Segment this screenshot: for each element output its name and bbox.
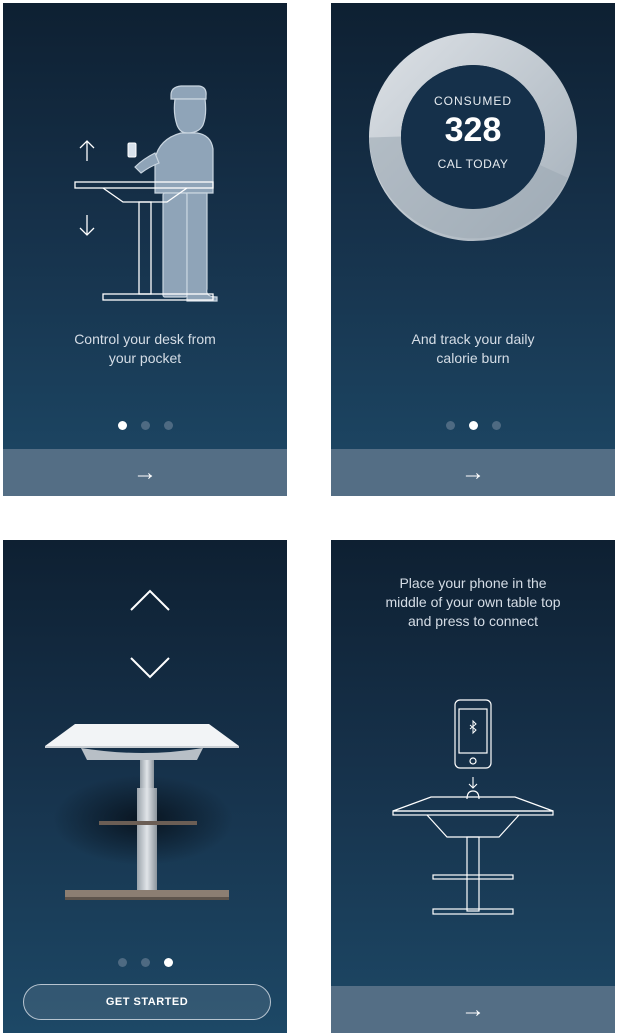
page-dot-2[interactable] xyxy=(140,421,150,430)
page-dot-2[interactable] xyxy=(468,421,478,430)
get-started-button[interactable]: GET STARTED xyxy=(23,984,271,1020)
caption-line-1: Control your desk from xyxy=(74,331,216,347)
pagination-dots xyxy=(3,417,287,435)
calorie-value: 328 xyxy=(444,111,502,149)
page-dot-3[interactable] xyxy=(163,958,173,967)
page-dot-1[interactable] xyxy=(117,958,127,967)
next-button[interactable]: → xyxy=(3,449,287,496)
pagination-dots xyxy=(3,954,287,972)
phone-icon xyxy=(127,142,137,158)
page-dot-2[interactable] xyxy=(140,958,150,967)
pagination-dots xyxy=(331,417,615,435)
desk-render-illustration xyxy=(45,724,239,900)
caption-line-3: and press to connect xyxy=(408,613,538,629)
caption-line-2: calorie burn xyxy=(436,350,510,366)
caption-line-2: middle of your own table top xyxy=(385,594,561,610)
calorie-ring: CONSUMED 328 CAL TODAY xyxy=(367,31,579,243)
cal-today-label: CAL TODAY xyxy=(437,157,509,171)
arrow-right-icon: → xyxy=(461,995,485,1023)
caption-line-1: And track your daily xyxy=(411,331,535,347)
table-icon xyxy=(392,790,554,915)
next-button[interactable]: → xyxy=(331,449,615,496)
next-button[interactable]: → xyxy=(331,986,615,1033)
caption-line-1: Place your phone in the xyxy=(399,575,547,591)
onboarding-screen-connect: Place your phone in the middle of your o… xyxy=(331,540,615,1033)
arrow-down-icon xyxy=(468,777,478,789)
caption-line-2: your pocket xyxy=(108,350,182,366)
onboarding-screen-calories: CONSUMED 328 CAL TODAY And track your da… xyxy=(331,3,615,496)
page-dot-3[interactable] xyxy=(163,421,173,430)
consumed-label: CONSUMED xyxy=(433,94,512,108)
arrow-right-icon: → xyxy=(461,458,485,486)
page-dot-3[interactable] xyxy=(491,421,501,430)
chevron-up-icon[interactable] xyxy=(128,587,172,613)
page-dot-1[interactable] xyxy=(445,421,455,430)
desk-person-illustration xyxy=(74,85,218,302)
chevron-down-icon[interactable] xyxy=(128,655,172,681)
arrow-right-icon: → xyxy=(133,458,157,486)
person-icon xyxy=(134,85,218,302)
onboarding-screen-adjust: GET STARTED xyxy=(3,540,287,1033)
phone-on-table-illustration xyxy=(392,699,554,915)
page-dot-1[interactable] xyxy=(117,421,127,430)
phone-bluetooth-icon xyxy=(454,699,492,769)
onboarding-screen-control: Control your desk from your pocket → xyxy=(3,3,287,496)
